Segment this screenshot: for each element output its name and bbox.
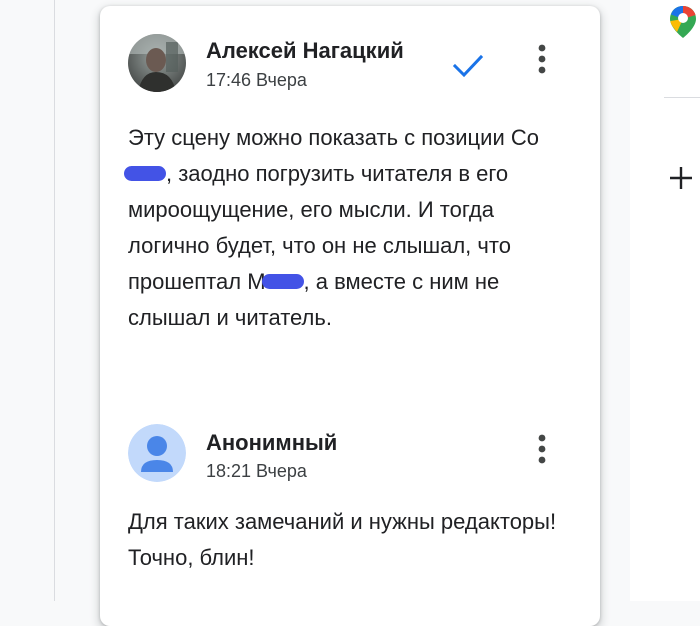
plus-icon[interactable]: [668, 165, 694, 191]
left-margin: [0, 0, 55, 601]
comment-body: Эту сцену можно показать с позиции Со, з…: [124, 120, 558, 336]
maps-icon[interactable]: [668, 4, 698, 40]
comment-thread-card[interactable]: Алексей Нагацкий 17:46 Вчера Эту сцену м…: [100, 6, 600, 626]
redaction-mark: [124, 165, 166, 181]
comment-timestamp: 17:46 Вчера: [206, 70, 307, 90]
check-icon[interactable]: [452, 52, 484, 80]
comment-text-part: Эту сцену можно показать с позиции Со: [128, 125, 539, 150]
comment-author: Алексей Нагацкий: [206, 38, 404, 63]
avatar[interactable]: [128, 34, 186, 92]
side-panel: [630, 0, 700, 601]
redaction-mark: [261, 273, 304, 289]
comment-author: Анонимный: [206, 430, 338, 455]
anonymous-avatar-icon[interactable]: [128, 424, 186, 482]
more-vert-icon[interactable]: [528, 42, 556, 78]
divider: [664, 97, 700, 98]
more-vert-icon[interactable]: [528, 432, 556, 468]
comment-body: Для таких замечаний и нужны редакторы! Т…: [128, 509, 557, 570]
comment-timestamp: 18:21 Вчера: [206, 461, 307, 481]
